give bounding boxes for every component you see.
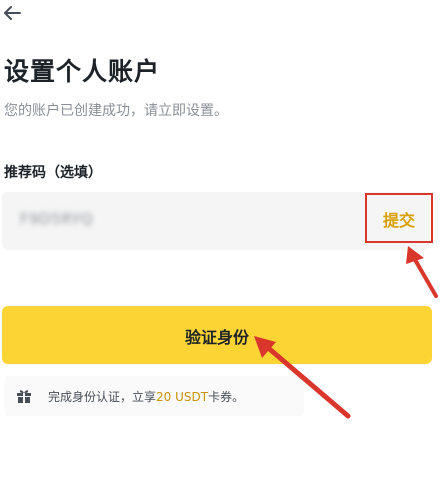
reward-text: 完成身份认证，立享20 USDT卡券。 — [48, 390, 245, 404]
gift-icon — [17, 390, 31, 403]
verify-identity-label: 验证身份 — [184, 328, 249, 347]
reward-amount: 20 USDT — [156, 390, 209, 404]
verify-identity-button[interactable]: 验证身份 — [2, 306, 432, 364]
submit-referral-button[interactable]: 提交 — [367, 207, 431, 231]
annotation-arrow-submit — [406, 246, 438, 298]
page-title: 设置个人账户 — [4, 57, 161, 86]
referral-code-value: F9D5RYQ — [20, 210, 94, 228]
submit-highlight-box: 提交 — [365, 193, 433, 243]
reward-banner: 完成身份认证，立享20 USDT卡券。 — [4, 376, 304, 416]
back-arrow-icon[interactable] — [2, 4, 22, 22]
page-subtitle: 您的账户已创建成功，请立即设置。 — [4, 103, 228, 119]
referral-code-label: 推荐码（选填） — [4, 165, 102, 181]
